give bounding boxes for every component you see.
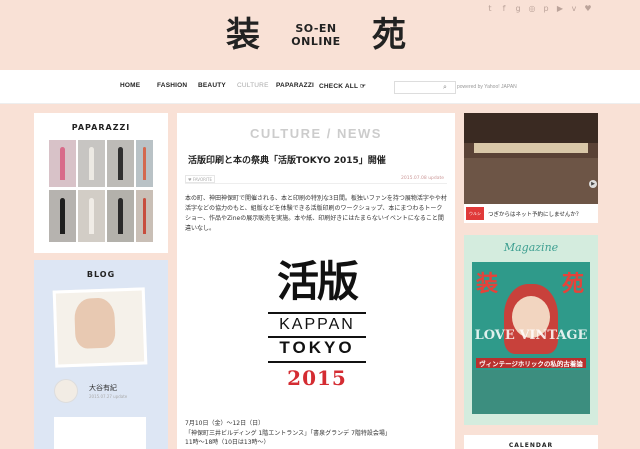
kappan-tokyo-image: 活版 KAPPAN TOKYO 2015 xyxy=(262,256,372,396)
paparazzi-photo[interactable] xyxy=(49,190,76,242)
ad-image-top xyxy=(464,113,598,143)
cover-subtitle: ヴィンテージホリックの私的古着論 xyxy=(476,358,586,368)
divider xyxy=(185,183,447,184)
event-info: 7月10日（金）〜12日（日） 「神保町三井ビルディング 1階エントランス」「書… xyxy=(185,419,447,448)
ad-badge: ウルシ xyxy=(466,207,484,220)
vimeo-icon[interactable]: v xyxy=(570,5,578,13)
event-venue: 「神保町三井ビルディング 1階エントランス」「書泉グランデ 7階特設会場」 xyxy=(185,429,391,437)
kappan-word: KAPPAN xyxy=(279,316,355,333)
event-hours: 11時〜18時（10日は13時〜） xyxy=(185,439,270,446)
site-logo[interactable]: 装 SO-EN ONLINE 苑 xyxy=(226,14,406,56)
avatar[interactable] xyxy=(54,379,78,403)
nav-paparazzi[interactable]: PAPARAZZI xyxy=(276,82,314,89)
article-title: 活版印刷と本の祭典「活版TOKYO 2015」開催 xyxy=(188,156,386,166)
cover-headline: LOVE VINTAGE xyxy=(474,328,588,343)
calendar-title: CALENDAR xyxy=(508,442,554,449)
youtube-icon[interactable]: ▶ xyxy=(556,5,564,13)
pinterest-icon[interactable]: p xyxy=(542,5,550,13)
divider xyxy=(268,361,366,363)
search-icon[interactable]: ⌕ xyxy=(443,83,447,92)
paparazzi-photo[interactable] xyxy=(78,190,105,242)
kappan-year: 2015 xyxy=(287,366,347,390)
paparazzi-photo[interactable] xyxy=(78,140,105,187)
nav-culture[interactable]: CULTURE xyxy=(237,82,269,89)
blog-photo-figure xyxy=(73,297,116,349)
nav-beauty[interactable]: BEAUTY xyxy=(198,82,226,89)
site-header: t f g ◎ p ▶ v ♥ 装 SO-EN ONLINE 苑 xyxy=(0,0,640,70)
paparazzi-photo[interactable] xyxy=(136,140,153,187)
ad-image-room xyxy=(464,158,598,208)
blog-date: 2015.07.27 update xyxy=(89,394,128,399)
blog-author[interactable]: 大谷有紀 xyxy=(89,383,117,393)
logo-kanji-right: 苑 xyxy=(371,15,406,55)
search-powered-by: powered by Yahoo! JAPAN xyxy=(457,84,517,90)
ad-caption[interactable]: ウルシ つぎからはネット予約にしませんか？ xyxy=(464,204,598,223)
kappan-kanji: 活版 xyxy=(276,257,359,306)
article-date: 2015.07.08 update xyxy=(401,176,445,181)
heart-icon[interactable]: ♥ xyxy=(584,5,592,13)
cover-lower xyxy=(472,370,590,414)
ad-image-light xyxy=(474,143,588,153)
instagram-icon[interactable]: ◎ xyxy=(528,5,536,13)
ad-text: つぎからはネット予約にしませんか？ xyxy=(488,212,582,218)
event-dates: 7月10日（金）〜12日（日） xyxy=(185,420,265,427)
facebook-icon[interactable]: f xyxy=(500,5,508,13)
google-plus-icon[interactable]: g xyxy=(514,5,522,13)
twitter-icon[interactable]: t xyxy=(486,5,494,13)
social-links: t f g ◎ p ▶ v ♥ xyxy=(486,5,592,13)
nav-home[interactable]: HOME xyxy=(120,82,140,89)
article-category: CULTURE / NEWS xyxy=(250,126,382,141)
main-nav: HOME FASHION BEAUTY CULTURE PAPARAZZI CH… xyxy=(0,70,640,104)
blog-photo[interactable] xyxy=(52,287,148,368)
paparazzi-photo[interactable] xyxy=(107,140,134,187)
blog-title: BLOG xyxy=(86,270,116,279)
magazine-cover[interactable]: 装 苑 LOVE VINTAGE ヴィンテージホリックの私的古着論 xyxy=(472,262,590,414)
cover-logo-right: 苑 xyxy=(561,271,584,297)
blog-next-card[interactable] xyxy=(54,417,146,449)
tokyo-word: TOKYO xyxy=(279,338,355,357)
paparazzi-title: PAPARAZZI xyxy=(71,123,131,132)
cover-logo-left: 装 xyxy=(476,271,499,297)
logo-line2: ONLINE xyxy=(291,35,341,48)
logo-kanji-left: 装 xyxy=(226,15,260,55)
magazine-title: Magazine xyxy=(503,241,559,254)
paparazzi-photo[interactable] xyxy=(136,190,153,242)
nav-fashion[interactable]: FASHION xyxy=(157,82,187,89)
play-icon[interactable]: ▶ xyxy=(589,180,597,188)
divider xyxy=(268,312,366,314)
nav-check-all[interactable]: CHECK ALL ☞ xyxy=(319,82,366,90)
article-body: 本の町、神田神保町で開催される、本と印刷の特別な3日間。板独いファンを持つ展物活… xyxy=(185,195,447,232)
favorite-button[interactable]: ♥ FAVORITE xyxy=(185,175,215,183)
paparazzi-photo[interactable] xyxy=(107,190,134,242)
logo-line1: SO-EN xyxy=(295,22,337,35)
paparazzi-photo[interactable] xyxy=(49,140,76,187)
logo-text: SO-EN ONLINE xyxy=(291,22,340,48)
